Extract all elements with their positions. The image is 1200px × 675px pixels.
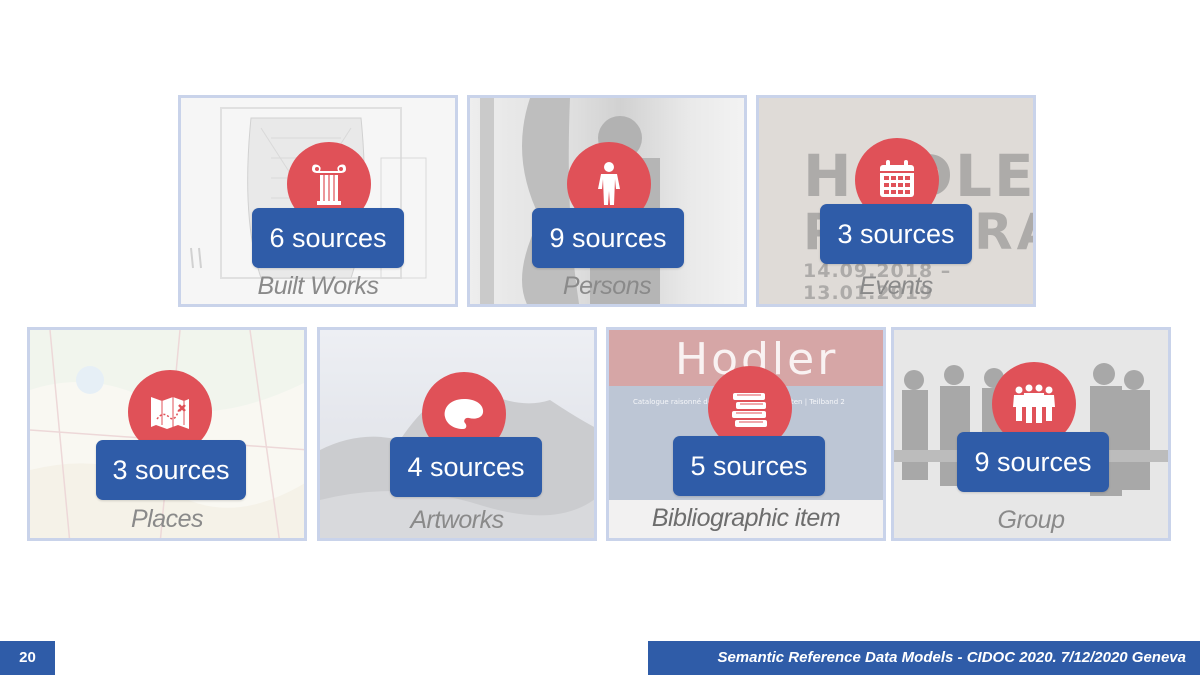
sources-badge: 9 sources bbox=[957, 432, 1109, 492]
person-icon bbox=[598, 162, 620, 205]
books-icon bbox=[732, 393, 767, 427]
card-caption: Events bbox=[859, 272, 933, 300]
footer-title: Semantic Reference Data Models - CIDOC 2… bbox=[648, 641, 1200, 675]
card-caption: Bibliographic item bbox=[651, 504, 841, 532]
card-events: HODLER PANORAMA 14.09.2018 – 13.01.2019 … bbox=[756, 95, 1036, 307]
group-icon bbox=[1013, 384, 1055, 423]
sources-badge: 4 sources bbox=[390, 437, 542, 497]
card-group: 9 sources Group bbox=[891, 327, 1171, 541]
card-caption: Artworks bbox=[410, 506, 504, 534]
calendar-icon bbox=[880, 160, 914, 197]
sources-badge: 6 sources bbox=[252, 208, 404, 268]
column-icon bbox=[312, 164, 346, 205]
card-persons: 9 sources Persons bbox=[467, 95, 747, 307]
card-artworks: 4 sources Artworks bbox=[317, 327, 597, 541]
palette-icon bbox=[444, 399, 484, 429]
card-caption: Group bbox=[997, 506, 1065, 534]
card-bibliographic-item: Hodler Catalogue raisonné der Gemälde · … bbox=[606, 327, 886, 541]
sources-badge: 3 sources bbox=[820, 204, 972, 264]
sources-badge: 3 sources bbox=[96, 440, 246, 500]
page-number: 20 bbox=[0, 641, 55, 675]
card-places: 3 sources Places bbox=[27, 327, 307, 541]
map-icon bbox=[151, 397, 189, 429]
card-caption: Built Works bbox=[257, 272, 379, 300]
card-caption: Persons bbox=[562, 272, 652, 300]
sources-badge: 9 sources bbox=[532, 208, 684, 268]
card-built-works: 6 sources Built Works bbox=[178, 95, 458, 307]
sources-badge: 5 sources bbox=[673, 436, 825, 496]
card-caption: Places bbox=[130, 505, 204, 533]
